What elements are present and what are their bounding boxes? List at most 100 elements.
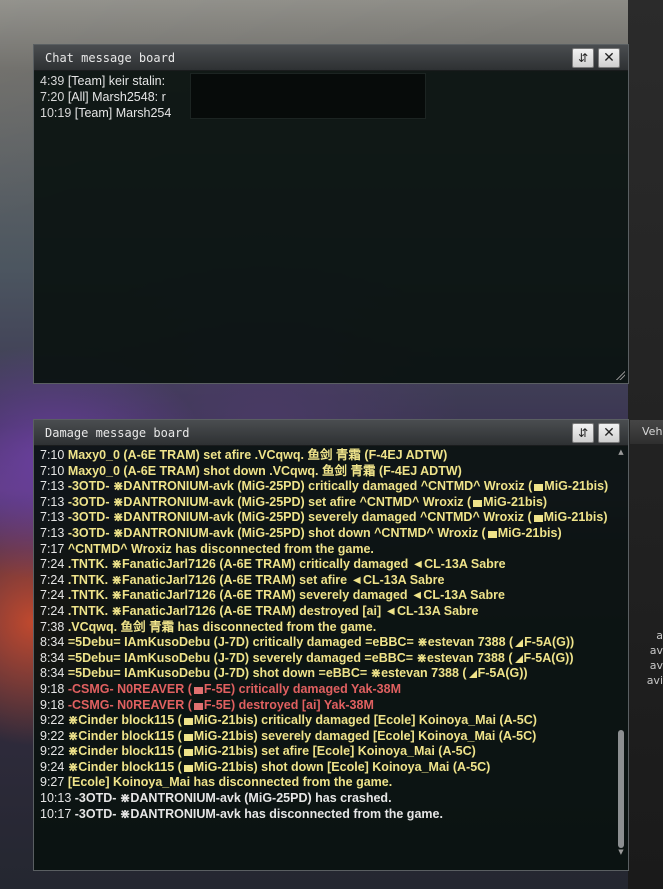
damage-message-text: .TNTK. ⋇FanaticJarl7126 (A-6E TRAM) set … [67,572,445,587]
damage-message-text: .TNTK. ⋇FanaticJarl7126 (A-6E TRAM) seve… [67,588,505,603]
damage-message-text: MiG-21bis) shot down [Ecole] Koinoya_Mai… [193,759,491,774]
damage-message: 9:22 ⋇Cinder block115 (MiG-21bis) critic… [40,713,614,729]
damage-title: Damage message board [45,426,190,440]
damage-message-text: F-5A(G)) [523,650,574,665]
damage-message-text: =5Debu= IAmKusoDebu (J-7D) severely dama… [67,650,513,665]
damage-message-time: 9:22 [40,728,68,743]
vehicle-class-square-icon [183,749,193,757]
chat-message-time: 4:39 [40,74,65,88]
damage-message-time: 8:34 [40,650,68,665]
damage-message-text: .TNTK. ⋇FanaticJarl7126 (A-6E TRAM) crit… [67,557,506,572]
damage-message-time: 8:34 [40,666,68,681]
damage-message: 9:22 ⋇Cinder block115 ( MiG-21bis) severe… [40,729,614,745]
damage-message-time: 10:17 [40,806,75,821]
damage-message-text: MiG-21bis) [544,479,609,494]
vehicle-panel-line: av [649,644,663,657]
damage-message-time: 9:22 [40,744,68,759]
damage-message-time: 7:24 [40,572,68,587]
damage-message-time: 7:38 [40,619,68,634]
sort-arrows-icon[interactable]: ⇵ [572,48,594,68]
sort-arrows-icon[interactable]: ⇵ [572,423,594,443]
vehicle-class-square-icon [534,484,544,492]
damage-scrollbar[interactable]: ▲ ▼ [617,448,625,864]
damage-message-text: -3OTD- ⋇DANTRONIUM-avk has disconnected … [74,806,443,821]
damage-message-time: 9:18 [40,681,68,696]
damage-message-list[interactable]: 7:10 Maxy0_0 (A-6E TRAM) set afire .VCqw… [40,448,614,864]
damage-message-text: MiG-21bis) severely damaged [Ecole] Koin… [193,728,537,743]
damage-message-time: 7:24 [40,603,68,618]
damage-message: 7:13 -3OTD- ⋇DANTRONIUM-avk (MiG-25PD) s… [40,495,614,511]
damage-message-text: ⋇Cinder block115 ( [67,713,182,728]
damage-message-text: F-5E) destroyed [ai] Yak-38M [203,697,374,712]
damage-message: 7:10 Maxy0_0 (A-6E TRAM) set afire .VCqw… [40,448,614,464]
damage-message-text: ⋇Cinder block115 ( [67,744,182,759]
damage-message-text: F-5A(G)) [477,666,528,681]
damage-message-text: Maxy0_0 (A-6E TRAM) set afire .VCqwq. 鱼剑… [67,448,448,462]
chat-message-text: [All] Marsh2548: r [64,90,166,104]
vehicle-panel-tab[interactable]: Veh [630,420,663,444]
damage-message-text: MiG-21bis) [483,494,548,509]
damage-message: 8:34 =5Debu= IAmKusoDebu (J-7D) shot dow… [40,666,614,682]
damage-message-text: ⋇Cinder block115 ( [67,759,182,774]
damage-message-text: -CSMG- N0REAVER ( [67,697,192,712]
damage-message-time: 7:10 [40,448,68,462]
close-icon[interactable]: ✕ [598,423,620,443]
damage-message: 10:17 -3OTD- ⋇DANTRONIUM-avk has disconn… [40,807,614,823]
damage-message-time: 7:17 [40,541,68,556]
chat-titlebar[interactable]: Chat message board ⇵ ✕ [34,45,628,71]
damage-titlebar[interactable]: Damage message board ⇵ ✕ [34,420,628,446]
damage-message-time: 8:34 [40,635,68,650]
damage-message-time: 9:18 [40,697,68,712]
damage-message: 7:24 .TNTK. ⋇FanaticJarl7126 (A-6E TRAM)… [40,557,614,573]
chat-title: Chat message board [45,51,176,65]
damage-message-time: 7:10 [40,463,68,478]
chat-message-time: 7:20 [40,90,65,104]
scroll-down-icon[interactable]: ▼ [617,848,625,856]
damage-message-text: -CSMG- N0REAVER ( [67,681,192,696]
damage-message-text: MiG-21bis) set afire [Ecole] Koinoya_Mai… [193,744,476,759]
chat-message-text: [Team] keir stalin: [64,74,166,88]
chat-message-board: Chat message board ⇵ ✕ 4:39 [Team] keir … [33,44,629,384]
resize-grip-icon[interactable] [615,370,625,380]
damage-message-text: F-5E) critically damaged Yak-38M [203,681,401,696]
damage-message-text: .TNTK. ⋇FanaticJarl7126 (A-6E TRAM) dest… [67,603,479,618]
damage-message: 9:22 ⋇Cinder block115 ( MiG-21bis) set af… [40,744,614,760]
damage-message: 7:10 Maxy0_0 (A-6E TRAM) shot down .VCqw… [40,464,614,480]
vehicle-class-square-icon [183,718,193,726]
damage-message-text: -3OTD- ⋇DANTRONIUM-avk (MiG-25PD) set af… [67,494,472,509]
vehicle-class-square-icon [183,764,193,772]
damage-message: 9:24 ⋇Cinder block115 ( MiG-21bis) shot d… [40,760,614,776]
vehicle-panel-line: avi [646,674,663,687]
damage-message-time: 7:13 [40,479,68,494]
vehicle-panel-line: av [649,659,663,672]
damage-message: 7:13 -3OTD- ⋇DANTRONIUM-avk (MiG-25PD) s… [40,510,614,526]
scroll-thumb[interactable] [618,730,624,848]
damage-message-time: 7:13 [40,525,68,540]
damage-message-text: Maxy0_0 (A-6E TRAM) shot down .VCqwq. 鱼剑… [67,463,462,478]
vehicle-class-square-icon [473,499,483,507]
damage-message-time: 9:27 [40,775,68,790]
damage-message-text: -3OTD- ⋇DANTRONIUM-avk (MiG-25PD) severe… [67,510,532,525]
damage-message-text: -3OTD- ⋇DANTRONIUM-avk (MiG-25PD) shot d… [67,525,486,540]
damage-message: 9:27 [Ecole] Koinoya_Mai has disconnecte… [40,775,614,791]
damage-message-time: 7:24 [40,557,68,572]
damage-message-text: -3OTD- ⋇DANTRONIUM-avk (MiG-25PD) has cr… [74,791,392,806]
damage-message-time: 9:24 [40,759,68,774]
damage-message-text: ^CNTMD^ Wroxiz has disconnected from the… [67,541,374,556]
damage-message-text: MiG-21bis) [543,510,608,525]
damage-message-text: ⋇Cinder block115 ( [67,728,182,743]
close-icon[interactable]: ✕ [598,48,620,68]
damage-message-text: -3OTD- ⋇DANTRONIUM-avk (MiG-25PD) critic… [67,479,533,494]
damage-message-time: 7:13 [40,510,68,525]
vehicle-class-square-icon [487,530,497,538]
damage-message: 10:13 -3OTD- ⋇DANTRONIUM-avk (MiG-25PD) … [40,791,614,807]
chat-message-list[interactable]: 4:39 [Team] keir stalin: 7:20 [All] Marsh… [40,73,622,377]
damage-message: 8:34 =5Debu= IAmKusoDebu (J-7D) severely… [40,651,614,667]
damage-message: 7:24 .TNTK. ⋇FanaticJarl7126 (A-6E TRAM)… [40,573,614,589]
damage-message-text: MiG-21bis) critically damaged [Ecole] Ko… [193,713,537,728]
damage-message: 7:24 .TNTK. ⋇FanaticJarl7126 (A-6E TRAM)… [40,588,614,604]
scroll-up-icon[interactable]: ▲ [617,448,625,456]
damage-message: 7:24 .TNTK. ⋇FanaticJarl7126 (A-6E TRAM)… [40,604,614,620]
damage-message-text: F-5A(G)) [524,635,575,650]
damage-message-text: .VCqwq. 鱼剑 青霜 has disconnected from the … [67,619,377,634]
